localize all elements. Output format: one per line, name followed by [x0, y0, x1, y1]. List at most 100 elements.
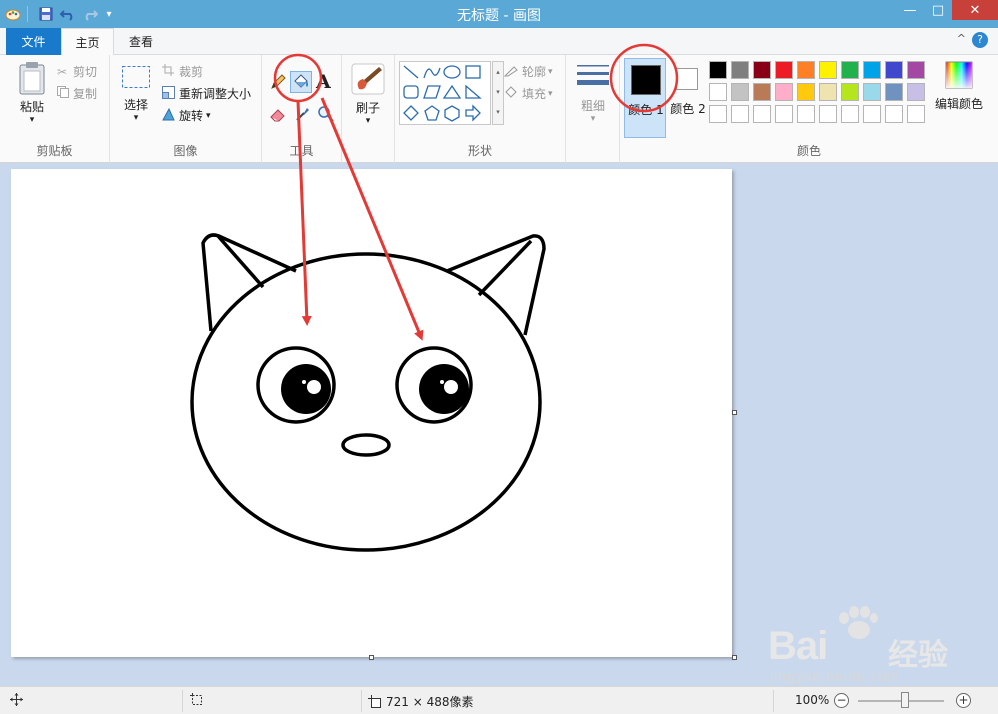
- watermark-brand: Bai: [768, 624, 828, 668]
- palette-swatch[interactable]: [907, 61, 925, 79]
- resize-handle-corner[interactable]: [732, 655, 737, 660]
- text-tool-icon[interactable]: A: [316, 71, 334, 93]
- palette-swatch[interactable]: [841, 61, 859, 79]
- color-picker-icon[interactable]: [294, 105, 312, 123]
- size-button[interactable]: 粗细 ▾: [574, 63, 612, 124]
- palette-swatch[interactable]: [819, 61, 837, 79]
- line-width-icon: [577, 65, 609, 85]
- palette-swatch[interactable]: [709, 105, 727, 123]
- left-ear: [201, 233, 297, 332]
- copy-icon: [57, 86, 73, 101]
- clipboard-group-label: 剪贴板: [36, 144, 73, 158]
- resize-button[interactable]: 重新调整大小: [162, 85, 251, 102]
- cut-button[interactable]: ✂ 剪切: [57, 63, 97, 80]
- baidu-watermark: Bai 经验 jingyan.baidu.com: [768, 606, 958, 686]
- colors-group-label: 颜色: [796, 144, 821, 158]
- palette-swatch[interactable]: [775, 105, 793, 123]
- palette-swatch[interactable]: [753, 83, 771, 101]
- edit-colors-button[interactable]: 编辑颜色: [930, 61, 988, 112]
- paintbrush-icon: [351, 63, 385, 95]
- tab-view[interactable]: 查看: [116, 28, 166, 55]
- palette-swatch[interactable]: [797, 83, 815, 101]
- resize-handle-right[interactable]: [732, 410, 737, 415]
- palette-swatch[interactable]: [731, 83, 749, 101]
- select-button[interactable]: 选择 ▾: [118, 65, 154, 123]
- status-divider: [361, 690, 362, 712]
- eraser-icon[interactable]: [269, 105, 287, 123]
- right-pupil: [419, 364, 469, 414]
- size-group: 粗细 ▾: [566, 55, 620, 163]
- zoom-slider-thumb[interactable]: [901, 692, 910, 708]
- palette-swatch[interactable]: [819, 105, 837, 123]
- palette-swatch[interactable]: [841, 83, 859, 101]
- minimize-button[interactable]: —: [896, 0, 924, 20]
- paste-button[interactable]: 粘贴 ▾: [12, 61, 52, 125]
- palette-swatch[interactable]: [907, 105, 925, 123]
- drawing-canvas[interactable]: [11, 169, 732, 657]
- fill-button[interactable]: 填充 ▾: [504, 85, 553, 102]
- color2-button[interactable]: 颜色 2: [668, 58, 708, 138]
- brushes-button[interactable]: 刷子 ▾: [348, 63, 388, 126]
- colors-group: 颜色 1 颜色 2 编辑颜色 颜色: [620, 55, 998, 163]
- shapes-scroll[interactable]: ▴ ▾ ▾: [492, 61, 504, 125]
- chevron-down-icon: ▾: [548, 88, 553, 99]
- resize-icon: [162, 85, 179, 102]
- palette-swatch[interactable]: [885, 83, 903, 101]
- palette-swatch[interactable]: [709, 61, 727, 79]
- clipboard-group: 粘贴 ▾ ✂ 剪切 复制 剪贴板: [0, 55, 110, 163]
- palette-swatch[interactable]: [709, 83, 727, 101]
- palette-swatch[interactable]: [753, 61, 771, 79]
- ribbon: 粘贴 ▾ ✂ 剪切 复制 剪贴板 选择 ▾ 裁剪 重新调整大小 旋转 ▾ 图像 …: [0, 55, 998, 163]
- image-group: 选择 ▾ 裁剪 重新调整大小 旋转 ▾ 图像: [110, 55, 262, 163]
- crop-button[interactable]: 裁剪: [162, 63, 203, 80]
- palette-swatch[interactable]: [863, 83, 881, 101]
- zoom-in-button[interactable]: +: [956, 693, 971, 708]
- paint-bucket-icon: [294, 74, 308, 88]
- selection-size-icon: [190, 693, 204, 707]
- palette-swatch[interactable]: [731, 105, 749, 123]
- resize-handle-bottom[interactable]: [369, 655, 374, 660]
- palette-swatch[interactable]: [885, 105, 903, 123]
- copy-button[interactable]: 复制: [57, 85, 97, 102]
- palette-swatch[interactable]: [863, 61, 881, 79]
- image-group-label: 图像: [173, 144, 198, 158]
- ribbon-tabs: 文件 主页 查看 ^ ?: [0, 28, 998, 55]
- palette-swatch[interactable]: [907, 83, 925, 101]
- collapse-ribbon-icon[interactable]: ^: [957, 32, 966, 45]
- shapes-gallery-icons: [403, 65, 482, 122]
- color1-button[interactable]: 颜色 1: [624, 58, 666, 138]
- selection-icon: [122, 66, 150, 88]
- window-title: 无标题 - 画图: [457, 8, 541, 24]
- close-button[interactable]: ✕: [952, 0, 998, 20]
- rotate-button[interactable]: 旋转 ▾: [162, 107, 211, 124]
- palette-swatch[interactable]: [753, 105, 771, 123]
- tools-group: A 工具: [262, 55, 342, 163]
- palette-swatch[interactable]: [797, 61, 815, 79]
- brushes-group: 刷子 ▾: [342, 55, 395, 163]
- fill-bucket-button[interactable]: [290, 71, 312, 93]
- help-icon[interactable]: ?: [972, 32, 988, 48]
- palette-swatch[interactable]: [885, 61, 903, 79]
- status-bar: 721 × 488像素 100% − +: [0, 686, 998, 714]
- pencil-icon[interactable]: [269, 73, 287, 91]
- tab-file[interactable]: 文件: [6, 28, 61, 55]
- palette-swatch[interactable]: [775, 83, 793, 101]
- shapes-gallery[interactable]: [399, 61, 491, 125]
- chevron-down-icon: ▾: [29, 115, 35, 125]
- palette-swatch[interactable]: [841, 105, 859, 123]
- magnifier-icon[interactable]: [317, 105, 335, 123]
- zoom-out-button[interactable]: −: [834, 693, 849, 708]
- left-eye-highlight-small: [302, 380, 306, 384]
- palette-swatch[interactable]: [819, 83, 837, 101]
- paw-logo-icon: [839, 606, 878, 639]
- left-pupil: [281, 364, 331, 414]
- left-ear-inner: [216, 234, 265, 289]
- tab-home[interactable]: 主页: [61, 28, 114, 55]
- maximize-button[interactable]: □: [924, 0, 952, 20]
- palette-swatch[interactable]: [863, 105, 881, 123]
- palette-swatch[interactable]: [775, 61, 793, 79]
- palette-swatch[interactable]: [797, 105, 815, 123]
- left-eye-highlight: [307, 380, 321, 394]
- outline-button[interactable]: 轮廓 ▾: [503, 63, 553, 80]
- palette-swatch[interactable]: [731, 61, 749, 79]
